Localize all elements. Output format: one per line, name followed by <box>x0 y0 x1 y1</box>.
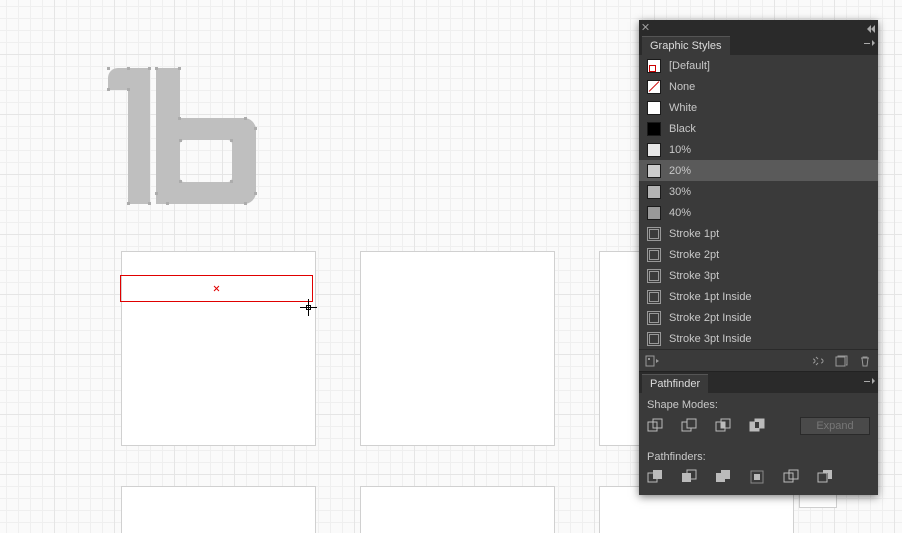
tab-pathfinder[interactable]: Pathfinder <box>642 374 708 393</box>
swatch-icon <box>647 290 661 304</box>
style-label: None <box>669 81 695 93</box>
style-row-stroke2[interactable]: Stroke 2pt <box>639 244 878 265</box>
pathfinder-panel: Pathfinder Shape Modes: Expand Pathfinde… <box>639 371 878 495</box>
swatch-icon <box>647 101 661 115</box>
crosshair-cursor-icon <box>300 299 317 316</box>
shape-modes-label: Shape Modes: <box>639 393 878 413</box>
exclude-icon[interactable] <box>749 418 765 434</box>
style-label: Stroke 1pt <box>669 228 719 240</box>
style-row-stroke3[interactable]: Stroke 3pt <box>639 265 878 286</box>
selection-center-icon <box>214 286 220 292</box>
panel-group: Graphic Styles [Default] None White Blac… <box>639 20 878 495</box>
artwork-16 <box>108 68 256 204</box>
graphic-styles-footer <box>639 349 878 371</box>
panel-menu-icon[interactable] <box>861 38 875 48</box>
artboard[interactable] <box>361 252 554 445</box>
swatch-icon <box>647 227 661 241</box>
style-row-stroke1i[interactable]: Stroke 1pt Inside <box>639 286 878 307</box>
style-label: 30% <box>669 186 691 198</box>
crop-icon[interactable] <box>749 469 765 485</box>
style-label: Stroke 3pt <box>669 270 719 282</box>
style-row-10[interactable]: 10% <box>639 139 878 160</box>
swatch-icon <box>647 80 661 94</box>
style-label: 10% <box>669 144 691 156</box>
swatch-icon <box>647 311 661 325</box>
expand-button: Expand <box>800 417 870 435</box>
panel-menu-icon[interactable] <box>861 376 875 386</box>
style-row-black[interactable]: Black <box>639 118 878 139</box>
style-label: [Default] <box>669 60 710 72</box>
swatch-icon <box>647 122 661 136</box>
minus-front-icon[interactable] <box>681 418 697 434</box>
break-link-icon[interactable] <box>810 354 824 368</box>
tab-graphic-styles[interactable]: Graphic Styles <box>642 36 730 55</box>
divide-icon[interactable] <box>647 469 663 485</box>
swatch-icon <box>647 164 661 178</box>
merge-icon[interactable] <box>715 469 731 485</box>
style-label: Stroke 2pt Inside <box>669 312 752 324</box>
graphic-styles-list: [Default] None White Black 10% 20% 30% 4… <box>639 55 878 349</box>
close-icon[interactable] <box>642 23 650 31</box>
style-label: White <box>669 102 697 114</box>
style-row-stroke2i[interactable]: Stroke 2pt Inside <box>639 307 878 328</box>
pathfinders-label: Pathfinders: <box>639 445 878 465</box>
style-label: Stroke 3pt Inside <box>669 333 752 345</box>
artboard[interactable] <box>122 487 315 533</box>
artboard[interactable] <box>361 487 554 533</box>
outline-icon[interactable] <box>783 469 799 485</box>
intersect-icon[interactable] <box>715 418 731 434</box>
swatch-icon <box>647 269 661 283</box>
trim-icon[interactable] <box>681 469 697 485</box>
style-row-default[interactable]: [Default] <box>639 55 878 76</box>
swatch-icon <box>647 206 661 220</box>
style-row-white[interactable]: White <box>639 97 878 118</box>
style-label: 40% <box>669 207 691 219</box>
swatch-icon <box>647 185 661 199</box>
style-row-stroke3i[interactable]: Stroke 3pt Inside <box>639 328 878 349</box>
library-menu-icon[interactable] <box>645 354 659 368</box>
trash-icon[interactable] <box>858 354 872 368</box>
style-label: Black <box>669 123 696 135</box>
swatch-icon <box>647 59 661 73</box>
style-label: 20% <box>669 165 691 177</box>
swatch-icon <box>647 332 661 346</box>
minus-back-icon[interactable] <box>817 469 833 485</box>
style-row-30[interactable]: 30% <box>639 181 878 202</box>
selection-rectangle[interactable] <box>120 275 313 302</box>
style-row-none[interactable]: None <box>639 76 878 97</box>
style-label: Stroke 2pt <box>669 249 719 261</box>
swatch-icon <box>647 143 661 157</box>
unite-icon[interactable] <box>647 418 663 434</box>
style-row-stroke1[interactable]: Stroke 1pt <box>639 223 878 244</box>
style-row-40[interactable]: 40% <box>639 202 878 223</box>
collapse-icon[interactable] <box>865 23 875 31</box>
new-style-icon[interactable] <box>834 354 848 368</box>
tab-bar: Graphic Styles <box>639 34 878 55</box>
style-row-20[interactable]: 20% <box>639 160 878 181</box>
panel-titlebar[interactable] <box>639 20 878 34</box>
swatch-icon <box>647 248 661 262</box>
style-label: Stroke 1pt Inside <box>669 291 752 303</box>
